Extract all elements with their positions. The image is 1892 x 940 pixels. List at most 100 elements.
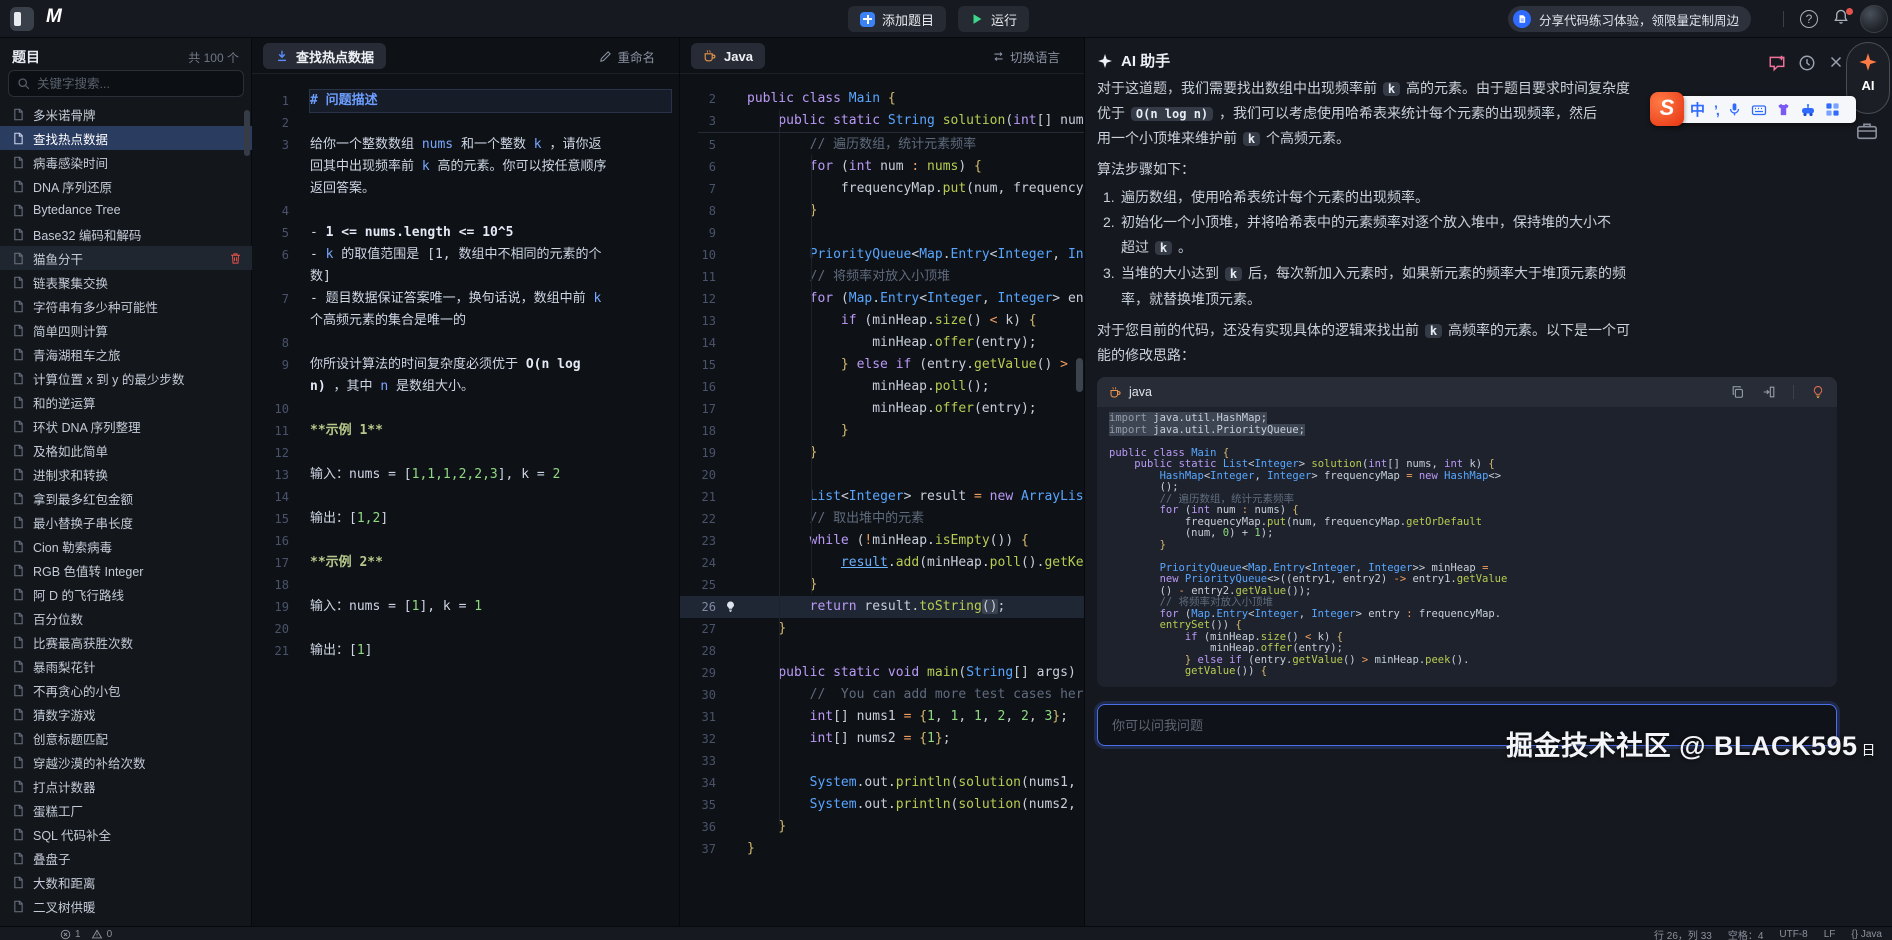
ime-toolbar[interactable]: 中 ’, — [1668, 96, 1856, 123]
editor-line[interactable]: 12 for (Map.Entry<Integer, Integer> entr… — [680, 288, 1084, 310]
user-avatar[interactable] — [1860, 5, 1888, 33]
editor-line[interactable]: 31 int[] nums1 = {1, 1, 1, 2, 2, 3}; — [680, 706, 1084, 728]
editor-line[interactable]: 11 // 将频率对放入小顶堆 — [680, 266, 1084, 288]
problem-list-item[interactable]: 字符串有多少种可能性 — [0, 294, 252, 318]
status-item[interactable]: {} Java — [1851, 929, 1882, 940]
trash-icon[interactable] — [229, 252, 242, 265]
problem-list-item[interactable]: SQL 代码补全 — [0, 822, 252, 846]
ime-grid-icon[interactable] — [1825, 102, 1840, 117]
run-button[interactable]: 运行 — [958, 6, 1029, 32]
editor-line[interactable]: 9 — [680, 222, 1084, 244]
history-icon[interactable] — [1798, 54, 1816, 72]
problem-list-item[interactable]: 大数和距离 — [0, 870, 252, 894]
status-item[interactable]: 行 26，列 33 — [1654, 927, 1712, 940]
problem-list-item[interactable]: Base32 编码和解码 — [0, 222, 252, 246]
sidebar-scrollbar[interactable] — [244, 110, 250, 156]
editor-line[interactable]: 13 if (minHeap.size() < k) { — [680, 310, 1084, 332]
problem-list-item[interactable]: 进制求和转换 — [0, 462, 252, 486]
editor-line[interactable]: 8 } — [680, 200, 1084, 222]
problem-list-item[interactable]: 拿到最多红包金额 — [0, 486, 252, 510]
lightbulb-icon[interactable] — [724, 600, 737, 613]
editor-line[interactable]: 37} — [680, 838, 1084, 860]
problem-list-item[interactable]: 叠盘子 — [0, 846, 252, 870]
problem-list-item[interactable]: 和的逆运算 — [0, 390, 252, 414]
insert-code-icon[interactable] — [1762, 385, 1776, 399]
editor-line[interactable]: 18 } — [680, 420, 1084, 442]
app-logo[interactable]: M — [46, 6, 61, 28]
editor-line[interactable]: 7 frequencyMap.put(num, frequencyMap.get… — [680, 178, 1084, 200]
problem-list-item[interactable]: 青海湖租车之旅 — [0, 342, 252, 366]
problem-list-item[interactable]: Cion 勒索病毒 — [0, 534, 252, 558]
status-right-items[interactable]: 行 26，列 33 空格：4 UTF-8 LF {} Java — [1654, 927, 1882, 940]
editor-line[interactable]: 21 List<Integer> result = new ArrayList<… — [680, 486, 1084, 508]
editor-line[interactable]: 27 } — [680, 618, 1084, 640]
editor-line[interactable]: 30 // You can add more test cases here — [680, 684, 1084, 706]
switch-language-button[interactable]: 切换语言 — [992, 47, 1060, 66]
problem-list-item[interactable]: 多米诺骨牌 — [0, 102, 252, 126]
problem-list-item[interactable]: 链表聚集交换 — [0, 270, 252, 294]
status-item[interactable]: LF — [1824, 929, 1836, 940]
sogou-ime-logo[interactable]: S — [1650, 92, 1684, 126]
problem-list-item[interactable]: 查找热点数据 — [0, 126, 252, 150]
editor-line[interactable]: 17 minHeap.offer(entry); — [680, 398, 1084, 420]
editor-line[interactable]: 5 // 遍历数组，统计元素频率 — [680, 134, 1084, 156]
status-item[interactable]: 空格：4 — [1728, 927, 1764, 940]
problem-list-item[interactable]: 百分位数 — [0, 606, 252, 630]
ime-toolbox-icon[interactable] — [1800, 102, 1816, 118]
help-icon[interactable]: ? — [1800, 10, 1818, 28]
problem-list-item[interactable]: DNA 序列还原 — [0, 174, 252, 198]
editor-line[interactable]: 3 public static String solution(int[] nu… — [680, 110, 1084, 132]
rename-button[interactable]: 重命名 — [599, 47, 655, 66]
editor-line[interactable]: 28 — [680, 640, 1084, 662]
editor-line[interactable]: 2public class Main { — [680, 88, 1084, 110]
editor-line[interactable]: 10 PriorityQueue<Map.Entry<Integer, Inte… — [680, 244, 1084, 266]
editor-line[interactable]: 25 } — [680, 574, 1084, 596]
ime-keyboard-icon[interactable] — [1751, 102, 1767, 118]
problem-list-item[interactable]: 不再贪心的小包 — [0, 678, 252, 702]
ime-mode-icon[interactable]: 中 — [1690, 99, 1705, 120]
editor-line[interactable]: 23 while (!minHeap.isEmpty()) { — [680, 530, 1084, 552]
editor-line[interactable]: 20 — [680, 464, 1084, 486]
problem-list-item[interactable]: 阿 D 的飞行路线 — [0, 582, 252, 606]
close-icon[interactable] — [1828, 54, 1846, 72]
editor-line[interactable]: 24 result.add(minHeap.poll().getKey()); — [680, 552, 1084, 574]
problem-list-item[interactable]: 比赛最高获胜次数 — [0, 630, 252, 654]
editor-line[interactable]: 36 } — [680, 816, 1084, 838]
problem-title-tab[interactable]: 查找热点数据 — [263, 43, 386, 69]
search-box[interactable] — [8, 70, 244, 97]
editor-line[interactable]: 32 int[] nums2 = {1}; — [680, 728, 1084, 750]
problem-list-item[interactable]: 打点计数器 — [0, 774, 252, 798]
editor-line[interactable]: 19 } — [680, 442, 1084, 464]
ime-punctuation-icon[interactable]: ’, — [1714, 102, 1718, 118]
ime-skin-icon[interactable] — [1776, 102, 1791, 117]
problem-list-item[interactable]: Bytedance Tree — [0, 198, 252, 222]
problem-list-item[interactable]: 计算位置 x 到 y 的最少步数 — [0, 366, 252, 390]
problem-list-item[interactable]: 病毒感染时间 — [0, 150, 252, 174]
editor-line[interactable]: 33 — [680, 750, 1084, 772]
editor-line[interactable]: 34 System.out.println(solution(nums1, k:… — [680, 772, 1084, 794]
problem-list-item[interactable]: 蛋糕工厂 — [0, 798, 252, 822]
add-problem-button[interactable]: 添加题目 — [848, 6, 946, 32]
warning-count[interactable]: 0 — [107, 929, 113, 940]
status-item[interactable]: UTF-8 — [1779, 929, 1807, 940]
new-chat-icon[interactable] — [1768, 54, 1786, 72]
editor-line[interactable]: 29 public static void main(String[] args… — [680, 662, 1084, 684]
feedback-icon[interactable] — [1856, 122, 1880, 142]
copy-code-icon[interactable] — [1731, 385, 1745, 399]
problem-list-item[interactable]: 穿越沙漠的补给次数 — [0, 750, 252, 774]
editor-line[interactable]: 15 } else if (entry.getValue() > minHeap… — [680, 354, 1084, 376]
problem-list-item[interactable]: 环状 DNA 序列整理 — [0, 414, 252, 438]
editor-line[interactable]: 22 // 取出堆中的元素 — [680, 508, 1084, 530]
editor-line[interactable]: 16 minHeap.poll(); — [680, 376, 1084, 398]
editor-line[interactable]: 26 return result.toString(); — [680, 596, 1084, 618]
search-input[interactable] — [37, 71, 237, 96]
editor-line[interactable]: 14 minHeap.offer(entry); — [680, 332, 1084, 354]
editor-code-area[interactable]: 2public class Main {3 public static Stri… — [680, 88, 1084, 860]
problem-list-item[interactable]: 创意标题匹配 — [0, 726, 252, 750]
problem-list-item[interactable]: 及格如此简单 — [0, 438, 252, 462]
notification-bell-icon[interactable] — [1832, 8, 1854, 30]
problem-list-item[interactable]: 猜数字游戏 — [0, 702, 252, 726]
editor-line[interactable]: 35 System.out.println(solution(nums2, k:… — [680, 794, 1084, 816]
problem-list-item[interactable]: 最小替换子串长度 — [0, 510, 252, 534]
problem-list-item[interactable]: 猫鱼分干 — [0, 246, 252, 270]
